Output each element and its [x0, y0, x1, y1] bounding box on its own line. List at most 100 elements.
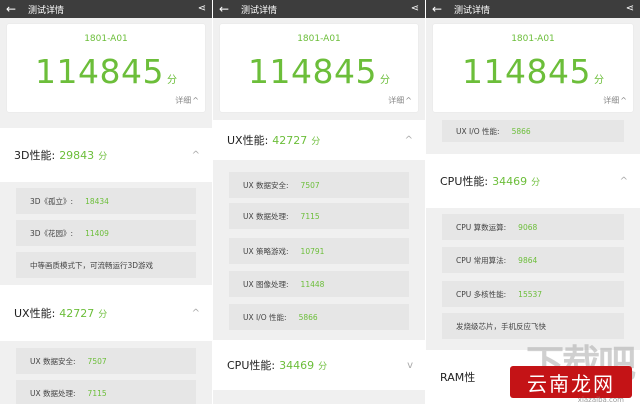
- result-label: UX 图像处理:: [243, 279, 289, 289]
- result-row: UX 策略游戏: 10791: [229, 238, 409, 264]
- result-row: 3D《花园》: 11409: [16, 220, 196, 246]
- result-row: UX 数据安全: 7507: [16, 348, 196, 374]
- total-score-value: 114845: [248, 52, 377, 91]
- section-ux-label: UX性能:: [14, 307, 56, 320]
- score-unit: 分: [166, 75, 177, 86]
- result-value: 15537: [518, 289, 543, 299]
- brand-watermark: 云南龙网: [510, 366, 632, 398]
- result-label: UX 数据安全:: [30, 356, 76, 366]
- watermark-url: xiazaiba.com: [577, 396, 624, 404]
- result-row: 3D《孤立》: 18434: [16, 188, 196, 214]
- share-icon[interactable]: ⋖: [198, 0, 206, 18]
- section-cpu[interactable]: CPU性能: 34469 分 ^: [426, 154, 640, 208]
- result-row: CPU 多核性能: 15537: [442, 281, 624, 307]
- section-ram-label: RAM性: [440, 371, 476, 384]
- result-value: 5866: [298, 312, 318, 322]
- total-score-value: 114845: [462, 52, 591, 91]
- back-arrow-icon[interactable]: ←: [6, 0, 22, 18]
- result-row: CPU 算数运算: 9068: [442, 214, 624, 240]
- detail-toggle[interactable]: 详细^: [175, 95, 199, 106]
- section-ux[interactable]: UX性能: 42727 分 ^: [213, 120, 425, 160]
- result-value: 7507: [87, 356, 107, 366]
- section-ux-unit: 分: [311, 136, 321, 147]
- detail-label: 详细: [603, 96, 620, 105]
- result-value: 9864: [518, 255, 538, 265]
- total-score: 114845 分: [220, 52, 418, 91]
- page-title: 测试详情: [454, 5, 491, 16]
- top-bar: ← 测试详情 ⋖: [426, 0, 640, 18]
- section-ux[interactable]: UX性能: 42727 分 ^: [0, 285, 212, 341]
- section-3d[interactable]: 3D性能: 29843 分 ^: [0, 128, 212, 182]
- screens: ← 测试详情 ⋖ 1801-A01 114845 分 详细^ 3D性能: 2984…: [0, 0, 640, 404]
- result-row: UX 数据处理: 7115: [229, 203, 409, 229]
- section-cpu[interactable]: CPU性能: 34469 分 v: [213, 340, 425, 390]
- section-3d-label: 3D性能:: [14, 149, 56, 162]
- device-model: 1801-A01: [511, 34, 555, 44]
- chevron-up-icon: ^: [191, 307, 200, 319]
- result-label: UX 策略游戏:: [243, 246, 289, 256]
- result-label: 3D《孤立》:: [30, 196, 74, 206]
- chevron-up-icon: ^: [620, 96, 627, 105]
- panel-divider: [212, 0, 213, 404]
- share-icon[interactable]: ⋖: [626, 0, 634, 18]
- screen-panel-1: ← 测试详情 ⋖ 1801-A01 114845 分 详细^ 3D性能: 2984…: [0, 0, 212, 404]
- back-arrow-icon[interactable]: ←: [432, 0, 448, 18]
- result-label: UX I/O 性能:: [456, 126, 500, 136]
- screen-panel-2: ← 测试详情 ⋖ 1801-A01 114845 分 详细^ UX性能: 4272…: [213, 0, 425, 404]
- detail-toggle[interactable]: 详细^: [603, 95, 627, 106]
- section-cpu-unit: 分: [531, 177, 541, 188]
- page-title: 测试详情: [241, 5, 278, 16]
- chevron-up-icon: ^: [404, 134, 413, 146]
- section-ux-score: 42727: [272, 133, 308, 147]
- result-row: UX 图像处理: 11448: [229, 271, 409, 297]
- section-3d-unit: 分: [98, 151, 108, 162]
- panel-divider: [425, 0, 426, 404]
- back-arrow-icon[interactable]: ←: [219, 0, 235, 18]
- chevron-up-icon: ^: [619, 175, 628, 187]
- device-model: 1801-A01: [84, 34, 128, 44]
- result-value: 18434: [85, 196, 109, 206]
- result-value: 11409: [85, 228, 109, 238]
- detail-toggle[interactable]: 详细^: [388, 95, 412, 106]
- result-note: 中等画质模式下，可流畅运行3D游戏: [16, 252, 196, 278]
- result-value: 7115: [87, 388, 107, 398]
- section-cpu-score: 34469: [279, 358, 315, 372]
- result-row: UX I/O 性能: 5866: [442, 120, 624, 142]
- section-ux-score: 42727: [59, 306, 95, 320]
- result-label: UX 数据处理:: [30, 388, 76, 398]
- result-value: 7115: [300, 211, 320, 221]
- result-label: UX 数据安全:: [243, 180, 289, 190]
- section-cpu-label: CPU性能:: [440, 175, 489, 188]
- total-score: 114845 分: [7, 52, 205, 91]
- score-unit: 分: [593, 75, 604, 86]
- score-unit: 分: [379, 75, 390, 86]
- section-cpu-unit: 分: [318, 361, 328, 372]
- result-label: CPU 算数运算:: [456, 222, 507, 232]
- top-bar: ← 测试详情 ⋖: [0, 0, 212, 18]
- score-card: 1801-A01 114845 分 详细^: [220, 24, 418, 112]
- section-3d-score: 29843: [59, 148, 95, 162]
- result-row: UX I/O 性能: 5866: [229, 304, 409, 330]
- detail-label: 详细: [175, 96, 192, 105]
- score-card: 1801-A01 114845 分 详细^: [7, 24, 205, 112]
- screen-panel-3: ← 测试详情 ⋖ 1801-A01 114845 分 详细^ UX I/O 性能:…: [426, 0, 640, 404]
- chevron-down-icon: v: [407, 359, 413, 371]
- result-label: UX 数据处理:: [243, 211, 289, 221]
- score-card: 1801-A01 114845 分 详细^: [433, 24, 633, 112]
- total-score: 114845 分: [433, 52, 633, 91]
- result-row: CPU 常用算法: 9864: [442, 247, 624, 273]
- total-score-value: 114845: [35, 52, 164, 91]
- chevron-up-icon: ^: [191, 149, 200, 161]
- chevron-up-icon: ^: [192, 96, 199, 105]
- result-row: UX 数据处理: 7115: [16, 380, 196, 404]
- result-value: 10791: [300, 246, 325, 256]
- section-cpu-label: CPU性能:: [227, 359, 276, 372]
- page-title: 测试详情: [28, 5, 65, 16]
- chevron-up-icon: ^: [405, 96, 412, 105]
- result-label: CPU 多核性能:: [456, 289, 507, 299]
- section-ux-unit: 分: [98, 309, 108, 320]
- detail-label: 详细: [388, 96, 405, 105]
- share-icon[interactable]: ⋖: [411, 0, 419, 18]
- result-label: CPU 常用算法:: [456, 255, 507, 265]
- result-value: 5866: [511, 126, 531, 136]
